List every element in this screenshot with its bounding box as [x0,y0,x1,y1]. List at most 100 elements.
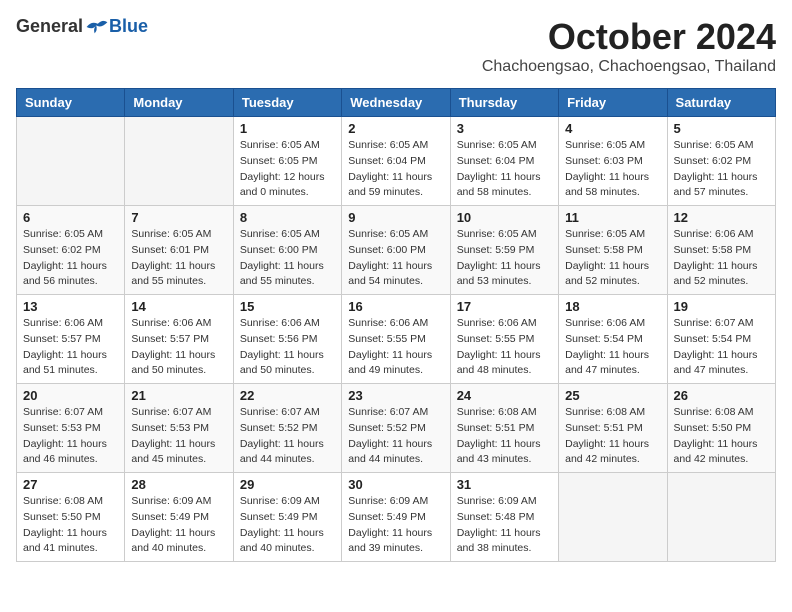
day-info: Sunrise: 6:09 AMSunset: 5:49 PMDaylight:… [240,494,335,557]
day-info: Sunrise: 6:05 AMSunset: 6:01 PMDaylight:… [131,227,226,290]
day-info: Sunrise: 6:07 AMSunset: 5:52 PMDaylight:… [240,405,335,468]
day-info: Sunrise: 6:06 AMSunset: 5:54 PMDaylight:… [565,316,660,379]
calendar-cell: 26Sunrise: 6:08 AMSunset: 5:50 PMDayligh… [667,384,775,473]
calendar-cell: 29 Sunrise: 6:09 AMSunset: 5:49 PMDayligh… [233,473,341,562]
day-info: Sunrise: 6:05 AMSunset: 6:00 PMDaylight:… [348,227,443,290]
calendar-cell: 9Sunrise: 6:05 AMSunset: 6:00 PMDaylight… [342,206,450,295]
calendar-cell: 7 Sunrise: 6:05 AMSunset: 6:01 PMDaylight… [125,206,233,295]
subtitle: Chachoengsao, Chachoengsao, Thailand [482,58,776,76]
calendar-cell: 3 Sunrise: 6:05 AMSunset: 6:04 PMDaylight… [450,117,558,206]
calendar-cell [17,117,125,206]
day-info: Sunrise: 6:07 AMSunset: 5:52 PMDaylight:… [348,405,443,468]
day-info: Sunrise: 6:06 AMSunset: 5:55 PMDaylight:… [457,316,552,379]
day-info: Sunrise: 6:06 AMSunset: 5:58 PMDaylight:… [674,227,769,290]
calendar-cell: 20 Sunrise: 6:07 AMSunset: 5:53 PMDayligh… [17,384,125,473]
day-info: Sunrise: 6:05 AMSunset: 6:00 PMDaylight:… [240,227,335,290]
calendar-cell: 8 Sunrise: 6:05 AMSunset: 6:00 PMDaylight… [233,206,341,295]
day-number: 10 [457,210,552,225]
calendar-cell: 4Sunrise: 6:05 AMSunset: 6:03 PMDaylight… [559,117,667,206]
calendar-cell: 15 Sunrise: 6:06 AMSunset: 5:56 PMDayligh… [233,295,341,384]
calendar-cell: 21 Sunrise: 6:07 AMSunset: 5:53 PMDayligh… [125,384,233,473]
calendar-cell [125,117,233,206]
calendar-cell: 31Sunrise: 6:09 AMSunset: 5:48 PMDayligh… [450,473,558,562]
calendar-cell: 11 Sunrise: 6:05 AMSunset: 5:58 PMDayligh… [559,206,667,295]
title-section: October 2024 Chachoengsao, Chachoengsao,… [482,16,776,76]
calendar-week-row: 1 Sunrise: 6:05 AMSunset: 6:05 PMDaylight… [17,117,776,206]
calendar-week-row: 20 Sunrise: 6:07 AMSunset: 5:53 PMDayligh… [17,384,776,473]
calendar-cell: 13 Sunrise: 6:06 AMSunset: 5:57 PMDayligh… [17,295,125,384]
weekday-header: Wednesday [342,89,450,117]
day-info: Sunrise: 6:06 AMSunset: 5:57 PMDaylight:… [131,316,226,379]
day-number: 17 [457,299,552,314]
calendar-cell: 18Sunrise: 6:06 AMSunset: 5:54 PMDayligh… [559,295,667,384]
day-info: Sunrise: 6:09 AMSunset: 5:49 PMDaylight:… [131,494,226,557]
month-title: October 2024 [482,16,776,58]
day-number: 24 [457,388,552,403]
calendar-cell: 17 Sunrise: 6:06 AMSunset: 5:55 PMDayligh… [450,295,558,384]
day-info: Sunrise: 6:08 AMSunset: 5:51 PMDaylight:… [565,405,660,468]
day-number: 15 [240,299,335,314]
day-info: Sunrise: 6:05 AMSunset: 6:02 PMDaylight:… [674,138,769,201]
day-info: Sunrise: 6:05 AMSunset: 5:58 PMDaylight:… [565,227,660,290]
calendar-table: SundayMondayTuesdayWednesdayThursdayFrid… [16,88,776,562]
logo-general: General [16,16,83,37]
calendar-cell: 12 Sunrise: 6:06 AMSunset: 5:58 PMDayligh… [667,206,775,295]
day-info: Sunrise: 6:08 AMSunset: 5:51 PMDaylight:… [457,405,552,468]
day-number: 27 [23,477,118,492]
calendar-cell: 6Sunrise: 6:05 AMSunset: 6:02 PMDaylight… [17,206,125,295]
calendar-cell: 27Sunrise: 6:08 AMSunset: 5:50 PMDayligh… [17,473,125,562]
calendar-cell: 2 Sunrise: 6:05 AMSunset: 6:04 PMDaylight… [342,117,450,206]
page-header: General Blue October 2024 Chachoengsao, … [16,16,776,76]
day-info: Sunrise: 6:05 AMSunset: 6:04 PMDaylight:… [457,138,552,201]
day-info: Sunrise: 6:08 AMSunset: 5:50 PMDaylight:… [674,405,769,468]
day-info: Sunrise: 6:07 AMSunset: 5:54 PMDaylight:… [674,316,769,379]
weekday-header: Thursday [450,89,558,117]
weekday-header: Monday [125,89,233,117]
calendar-cell: 10 Sunrise: 6:05 AMSunset: 5:59 PMDayligh… [450,206,558,295]
calendar-cell: 14Sunrise: 6:06 AMSunset: 5:57 PMDayligh… [125,295,233,384]
calendar-cell: 16 Sunrise: 6:06 AMSunset: 5:55 PMDayligh… [342,295,450,384]
day-number: 30 [348,477,443,492]
calendar-cell [559,473,667,562]
logo-blue: Blue [109,16,148,37]
calendar-cell: 28Sunrise: 6:09 AMSunset: 5:49 PMDayligh… [125,473,233,562]
calendar-week-row: 13 Sunrise: 6:06 AMSunset: 5:57 PMDayligh… [17,295,776,384]
day-number: 21 [131,388,226,403]
day-info: Sunrise: 6:09 AMSunset: 5:49 PMDaylight:… [348,494,443,557]
day-number: 16 [348,299,443,314]
day-number: 13 [23,299,118,314]
day-number: 5 [674,121,769,136]
day-info: Sunrise: 6:06 AMSunset: 5:56 PMDaylight:… [240,316,335,379]
day-info: Sunrise: 6:07 AMSunset: 5:53 PMDaylight:… [23,405,118,468]
calendar-cell: 22Sunrise: 6:07 AMSunset: 5:52 PMDayligh… [233,384,341,473]
day-number: 19 [674,299,769,314]
day-number: 3 [457,121,552,136]
calendar-cell: 19 Sunrise: 6:07 AMSunset: 5:54 PMDayligh… [667,295,775,384]
day-number: 12 [674,210,769,225]
calendar-header-row: SundayMondayTuesdayWednesdayThursdayFrid… [17,89,776,117]
weekday-header: Friday [559,89,667,117]
day-number: 7 [131,210,226,225]
day-info: Sunrise: 6:07 AMSunset: 5:53 PMDaylight:… [131,405,226,468]
day-number: 20 [23,388,118,403]
calendar-cell: 23Sunrise: 6:07 AMSunset: 5:52 PMDayligh… [342,384,450,473]
day-number: 1 [240,121,335,136]
day-info: Sunrise: 6:06 AMSunset: 5:55 PMDaylight:… [348,316,443,379]
calendar-cell: 1 Sunrise: 6:05 AMSunset: 6:05 PMDaylight… [233,117,341,206]
calendar-cell: 25Sunrise: 6:08 AMSunset: 5:51 PMDayligh… [559,384,667,473]
weekday-header: Saturday [667,89,775,117]
day-info: Sunrise: 6:06 AMSunset: 5:57 PMDaylight:… [23,316,118,379]
logo-bird-icon [85,17,109,37]
day-number: 8 [240,210,335,225]
day-info: Sunrise: 6:05 AMSunset: 5:59 PMDaylight:… [457,227,552,290]
day-number: 29 [240,477,335,492]
day-info: Sunrise: 6:05 AMSunset: 6:05 PMDaylight:… [240,138,335,201]
day-number: 2 [348,121,443,136]
calendar-week-row: 6Sunrise: 6:05 AMSunset: 6:02 PMDaylight… [17,206,776,295]
day-number: 11 [565,210,660,225]
day-info: Sunrise: 6:05 AMSunset: 6:04 PMDaylight:… [348,138,443,201]
day-info: Sunrise: 6:05 AMSunset: 6:02 PMDaylight:… [23,227,118,290]
calendar-cell: 24 Sunrise: 6:08 AMSunset: 5:51 PMDayligh… [450,384,558,473]
logo: General Blue [16,16,148,37]
day-number: 4 [565,121,660,136]
